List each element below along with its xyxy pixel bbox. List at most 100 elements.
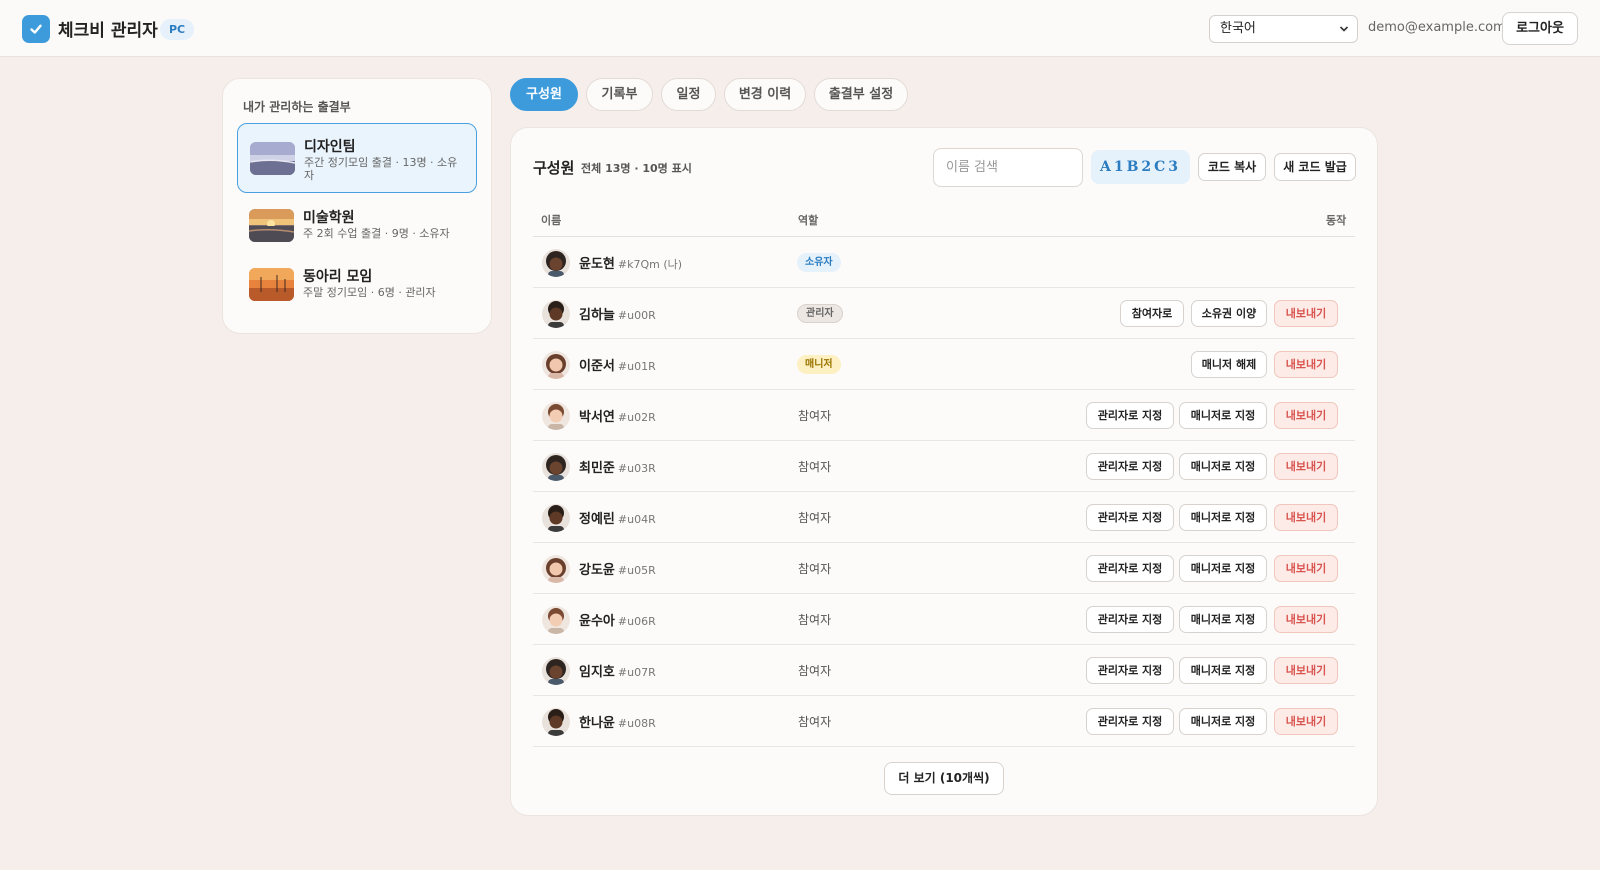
make-admin-button[interactable]: 관리자로 지정: [1086, 504, 1174, 531]
tab-members[interactable]: 구성원: [510, 78, 578, 111]
attendance-book-sidebar: 내가 관리하는 출결부 디자인팀 주간 정기모임 출결 · 13명 · 소유자: [222, 78, 492, 334]
table-row: 윤도현 #k7Qm (나) 소유자: [533, 237, 1355, 288]
avatar: [542, 555, 570, 583]
table-row: 윤수아 #u06R 참여자 관리자로 지정 매니저로 지정 내보내기: [533, 594, 1355, 645]
member-tag: #u03R: [617, 462, 656, 475]
role-badge-manager: 매니저: [797, 355, 841, 374]
member-tag: #u01R: [617, 360, 656, 373]
member-name: 한나윤 #u08R: [579, 716, 656, 731]
make-manager-button[interactable]: 매니저로 지정: [1179, 555, 1267, 582]
platform-badge: PC: [160, 19, 195, 40]
thumbnail-image: [250, 142, 295, 175]
demote-to-participant-button[interactable]: 참여자로: [1120, 300, 1184, 327]
sidebar-item-design-team[interactable]: 디자인팀 주간 정기모임 출결 · 13명 · 소유자: [237, 123, 477, 193]
tab-change-history[interactable]: 변경 이력: [724, 78, 806, 111]
invite-code: A1B2C3: [1091, 150, 1190, 184]
language-select-value: 한국어: [1220, 21, 1256, 36]
tab-book-settings[interactable]: 출결부 설정: [814, 78, 908, 111]
new-code-button[interactable]: 새 코드 발급: [1274, 153, 1356, 181]
make-admin-button[interactable]: 관리자로 지정: [1086, 708, 1174, 735]
chevron-down-icon: [1339, 16, 1349, 53]
member-name: 임지호 #u07R: [579, 665, 656, 680]
app-title: 체크비 관리자: [58, 21, 158, 41]
member-tag: #u08R: [617, 717, 656, 730]
role-text: 참여자: [798, 715, 832, 729]
avatar: [542, 504, 570, 532]
make-manager-button[interactable]: 매니저로 지정: [1179, 453, 1267, 480]
remove-member-button[interactable]: 내보내기: [1274, 708, 1338, 735]
role-text: 참여자: [798, 460, 832, 474]
role-text: 참여자: [798, 511, 832, 525]
avatar: [542, 657, 570, 685]
remove-member-button[interactable]: 내보내기: [1274, 606, 1338, 633]
sidebar-item-name: 미술학원: [303, 210, 355, 226]
sidebar-item-description: 주말 정기모임 · 6명 · 관리자: [303, 286, 436, 299]
logout-button[interactable]: 로그아웃: [1502, 12, 1578, 45]
transfer-ownership-button[interactable]: 소유권 이양: [1191, 300, 1267, 327]
member-name: 강도윤 #u05R: [579, 563, 656, 578]
make-admin-button[interactable]: 관리자로 지정: [1086, 555, 1174, 582]
avatar: [542, 402, 570, 430]
avatar: [542, 708, 570, 736]
members-count: 전체 13명 · 10명 표시: [581, 162, 692, 175]
thumbnail-image: [249, 268, 294, 301]
table-row: 임지호 #u07R 참여자 관리자로 지정 매니저로 지정 내보내기: [533, 645, 1355, 696]
user-email: demo@example.com: [1368, 20, 1506, 35]
table-row: 최민준 #u03R 참여자 관리자로 지정 매니저로 지정 내보내기: [533, 441, 1355, 492]
member-name: 박서연 #u02R: [579, 410, 656, 425]
member-name: 김하늘 #u00R: [579, 308, 656, 323]
member-name: 정예린 #u04R: [579, 512, 656, 527]
remove-member-button[interactable]: 내보내기: [1274, 300, 1338, 327]
sidebar-heading: 내가 관리하는 출결부: [243, 100, 351, 114]
remove-member-button[interactable]: 내보내기: [1274, 657, 1338, 684]
table-row: 이준서 #u01R 매니저 매니저 해제 내보내기: [533, 339, 1355, 390]
member-name: 이준서 #u01R: [579, 359, 656, 374]
tab-records[interactable]: 기록부: [586, 78, 653, 111]
member-search-input[interactable]: [933, 148, 1083, 187]
make-admin-button[interactable]: 관리자로 지정: [1086, 453, 1174, 480]
avatar: [542, 351, 570, 379]
member-name: 최민준 #u03R: [579, 461, 656, 476]
member-tag: #u02R: [617, 411, 656, 424]
role-text: 참여자: [798, 562, 832, 576]
member-name: 윤도현 #k7Qm (나): [579, 257, 683, 272]
remove-manager-button[interactable]: 매니저 해제: [1191, 351, 1267, 378]
remove-member-button[interactable]: 내보내기: [1274, 504, 1338, 531]
role-badge-owner: 소유자: [797, 253, 841, 272]
members-title: 구성원: [533, 159, 575, 177]
column-header-role: 역할: [798, 214, 819, 227]
sidebar-item-description: 주 2회 수업 출결 · 9명 · 소유자: [303, 227, 450, 240]
load-more-button[interactable]: 더 보기 (10개씩): [884, 762, 1004, 795]
copy-code-button[interactable]: 코드 복사: [1198, 153, 1266, 181]
members-card: 구성원 전체 13명 · 10명 표시 A1B2C3 코드 복사 새 코드 발급…: [510, 127, 1378, 816]
make-manager-button[interactable]: 매니저로 지정: [1179, 504, 1267, 531]
sidebar-item-name: 디자인팀: [304, 139, 356, 155]
make-admin-button[interactable]: 관리자로 지정: [1086, 606, 1174, 633]
role-badge-admin: 관리자: [797, 304, 843, 323]
make-admin-button[interactable]: 관리자로 지정: [1086, 657, 1174, 684]
make-manager-button[interactable]: 매니저로 지정: [1179, 606, 1267, 633]
role-text: 참여자: [798, 664, 832, 678]
column-header-name: 이름: [541, 214, 562, 227]
table-row: 한나윤 #u08R 참여자 관리자로 지정 매니저로 지정 내보내기: [533, 696, 1355, 747]
checkmark-logo-icon: [22, 15, 50, 43]
make-manager-button[interactable]: 매니저로 지정: [1179, 708, 1267, 735]
make-manager-button[interactable]: 매니저로 지정: [1179, 657, 1267, 684]
make-admin-button[interactable]: 관리자로 지정: [1086, 402, 1174, 429]
language-select[interactable]: 한국어: [1209, 15, 1358, 43]
member-tag: #k7Qm (나): [617, 258, 683, 271]
thumbnail-image: [249, 209, 294, 242]
role-text: 참여자: [798, 409, 832, 423]
tab-schedule[interactable]: 일정: [661, 78, 716, 111]
remove-member-button[interactable]: 내보내기: [1274, 402, 1338, 429]
member-tag: #u04R: [617, 513, 656, 526]
remove-member-button[interactable]: 내보내기: [1274, 351, 1338, 378]
remove-member-button[interactable]: 내보내기: [1274, 555, 1338, 582]
make-manager-button[interactable]: 매니저로 지정: [1179, 402, 1267, 429]
table-row: 박서연 #u02R 참여자 관리자로 지정 매니저로 지정 내보내기: [533, 390, 1355, 441]
sidebar-item-name: 동아리 모임: [303, 269, 373, 285]
avatar: [542, 300, 570, 328]
sidebar-item-club[interactable]: 동아리 모임 주말 정기모임 · 6명 · 관리자: [237, 259, 477, 329]
member-tag: #u05R: [617, 564, 656, 577]
remove-member-button[interactable]: 내보내기: [1274, 453, 1338, 480]
